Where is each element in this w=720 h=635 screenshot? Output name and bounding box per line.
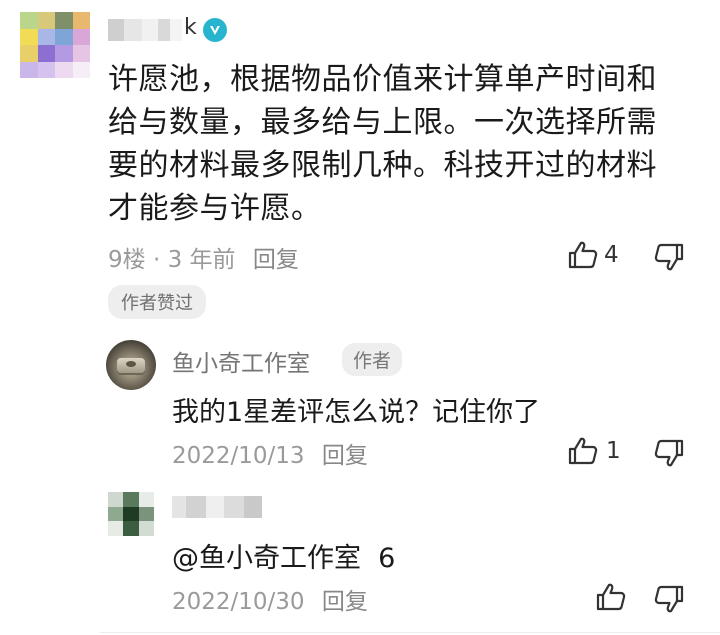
thumbs-up-icon[interactable] — [566, 238, 600, 272]
reply-meta: 2022/10/30 回复 — [172, 582, 368, 616]
reply-button[interactable]: 回复 — [322, 589, 368, 615]
reply-author-name[interactable]: 鱼小奇工作室 — [172, 344, 310, 378]
thumbs-down-icon[interactable] — [652, 582, 686, 616]
reply-button[interactable]: 回复 — [322, 443, 368, 469]
author-badge: 作者 — [342, 343, 403, 376]
author-liked-tag: 作者赞过 — [108, 285, 206, 319]
comment-text: 许愿池，根据物品价值来计算单产时间和给与数量，最多给与上限。一次选择所需要的材料… — [108, 62, 657, 226]
reply-meta: 2022/10/13 回复 — [172, 436, 368, 470]
reply-button[interactable]: 回复 — [253, 247, 299, 273]
reply-date: 2022/10/13 — [172, 443, 305, 469]
meta-separator: · — [152, 247, 161, 273]
like-count: 4 — [604, 242, 619, 268]
thumbs-up-icon[interactable] — [566, 434, 600, 468]
author-name-tail: k — [184, 15, 197, 40]
avatar[interactable] — [108, 492, 154, 536]
avatar[interactable] — [20, 12, 90, 78]
verified-badge-icon — [203, 18, 227, 42]
time-ago: 3 年前 — [167, 247, 236, 273]
divider — [100, 632, 720, 633]
floor-number: 9楼 — [108, 247, 146, 273]
reply-author-name-blurred[interactable] — [172, 494, 262, 520]
avatar[interactable] — [106, 340, 156, 390]
thumbs-up-icon[interactable] — [594, 580, 628, 614]
reply-text: 我的1星差评怎么说？记住你了 — [172, 397, 541, 428]
thumbs-down-icon[interactable] — [652, 240, 686, 274]
comment-meta: 9楼 · 3 年前 回复 — [108, 240, 299, 274]
reply-text: @鱼小奇工作室 6 — [172, 543, 396, 574]
like-count: 1 — [606, 438, 621, 464]
reply-date: 2022/10/30 — [172, 589, 305, 615]
thumbs-down-icon[interactable] — [652, 436, 686, 470]
author-name-blurred[interactable] — [108, 17, 182, 43]
